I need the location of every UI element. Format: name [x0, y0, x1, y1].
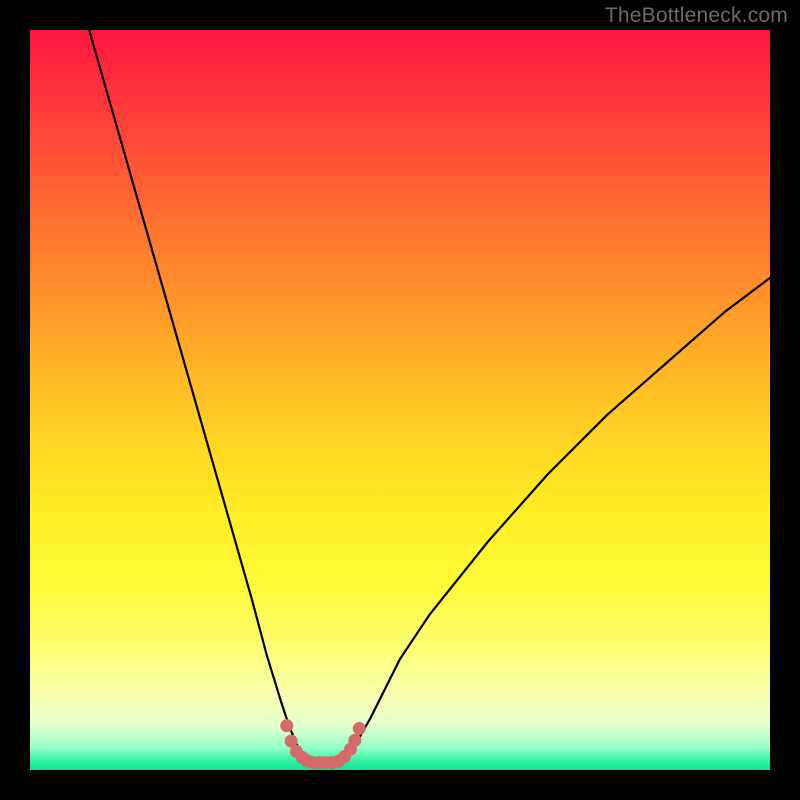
sweet-spot-marker [280, 719, 366, 769]
watermark-text: TheBottleneck.com [605, 4, 788, 28]
bottleneck-curve [89, 30, 770, 763]
plot-area [30, 30, 770, 770]
chart-frame: TheBottleneck.com [0, 0, 800, 800]
chart-svg [30, 30, 770, 770]
sweet-spot-dot [348, 734, 361, 747]
sweet-spot-dot [280, 719, 293, 732]
sweet-spot-dot [353, 722, 366, 735]
